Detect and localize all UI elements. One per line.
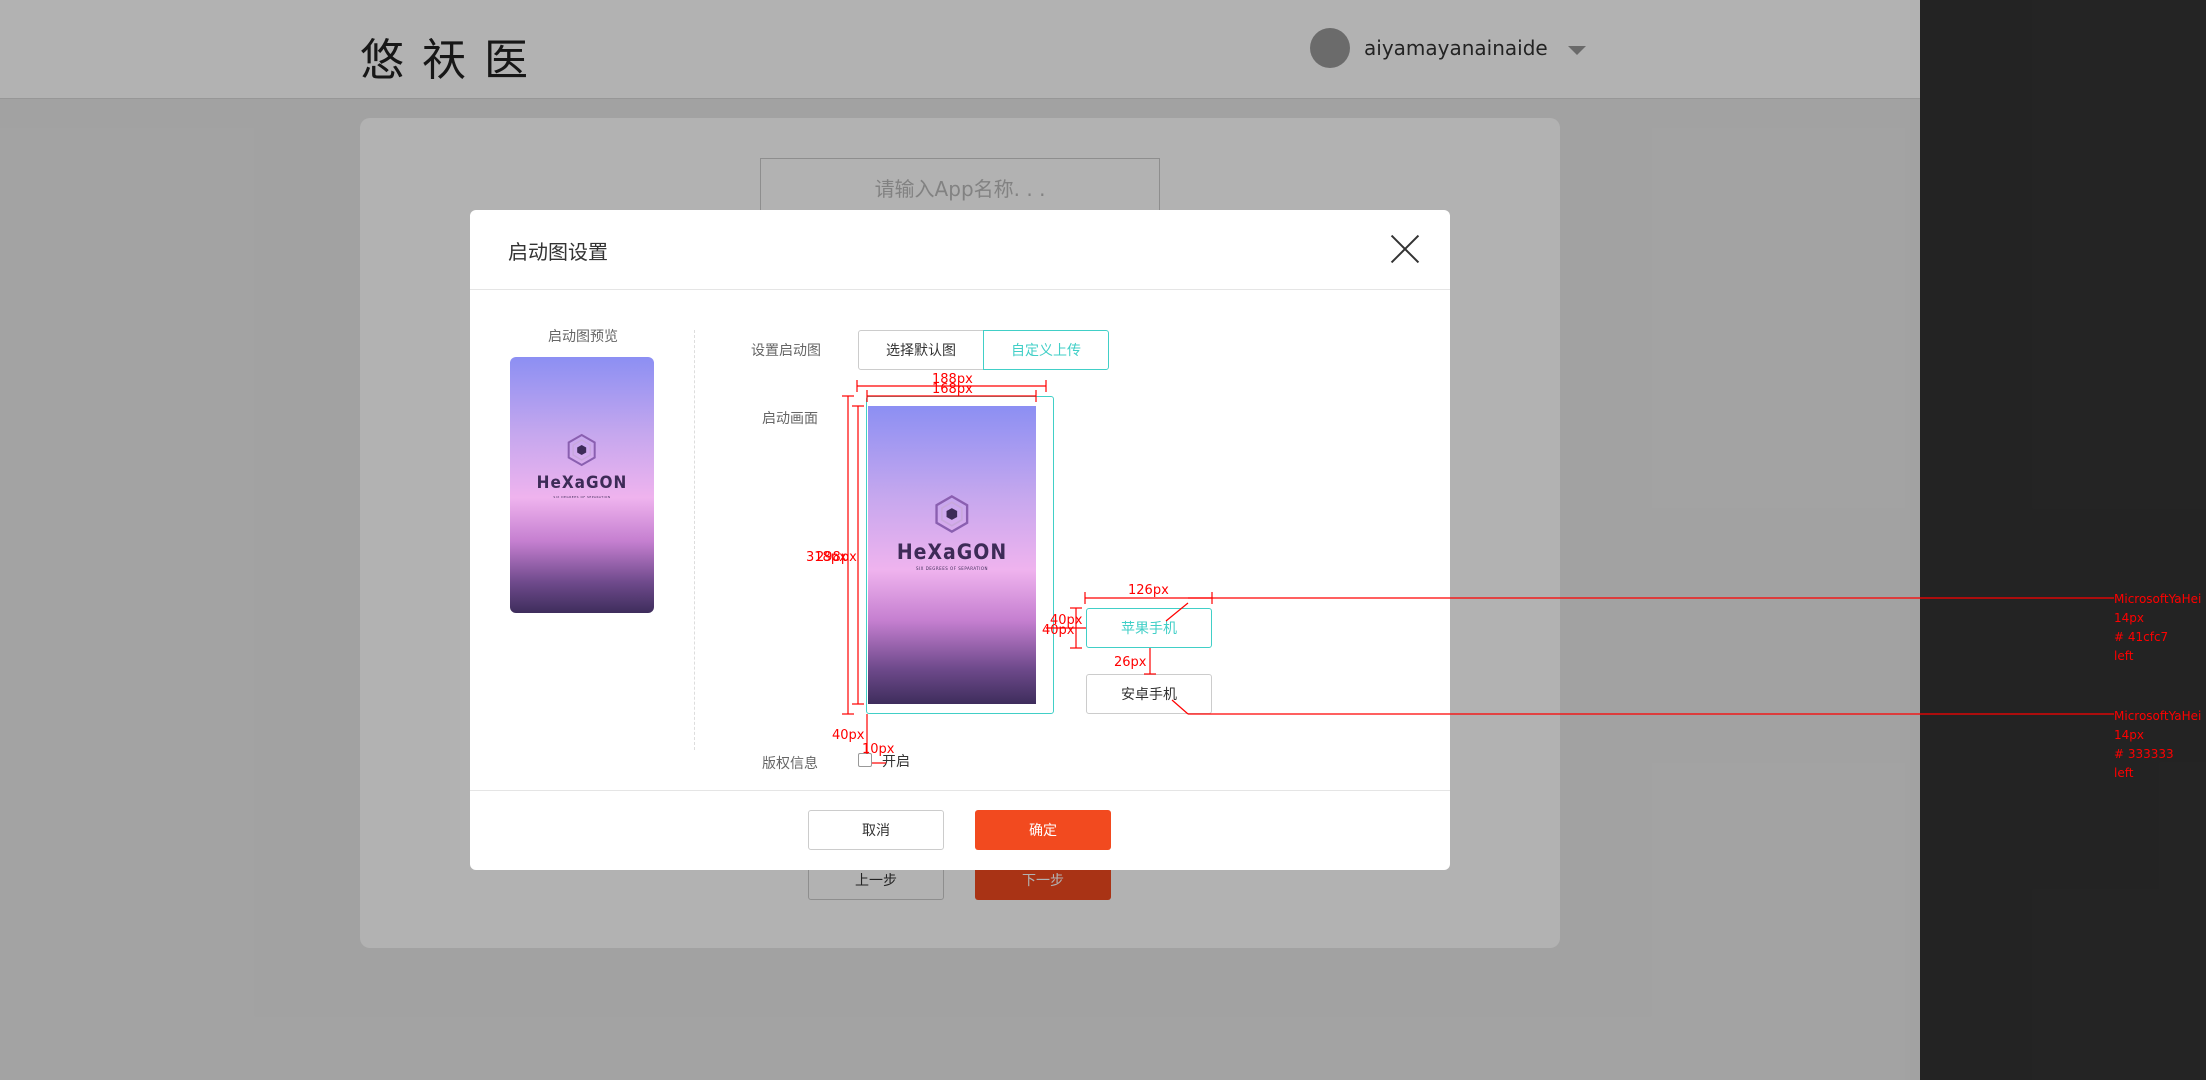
brand-text: HeXaGON xyxy=(896,540,1008,564)
vertical-divider xyxy=(694,330,695,750)
dialog-footer xyxy=(470,790,1450,870)
iphone-button[interactable]: 苹果手机 xyxy=(1086,608,1212,648)
preview-label: 启动图预览 xyxy=(548,329,618,345)
copyright-label: 版权信息 xyxy=(762,756,818,772)
splash-settings-dialog: 启动图设置 启动图预览 HeXaGON SIX DEGREES OF SEPAR… xyxy=(470,210,1450,870)
close-icon[interactable] xyxy=(1390,234,1420,264)
hexagon-icon xyxy=(567,433,596,467)
select-default-tab[interactable]: 选择默认图 xyxy=(858,330,984,370)
brand-subtitle: SIX DEGREES OF SEPARATION xyxy=(915,566,989,571)
set-splash-label: 设置启动图 xyxy=(751,343,821,359)
custom-upload-tab[interactable]: 自定义上传 xyxy=(983,330,1109,370)
copyright-option-label[interactable]: 开启 xyxy=(882,751,910,771)
brand-text: HeXaGON xyxy=(536,473,628,493)
splash-preview-image: HeXaGON SIX DEGREES OF SEPARATION xyxy=(510,357,654,613)
confirm-button[interactable]: 确定 xyxy=(975,810,1111,850)
copyright-checkbox[interactable] xyxy=(858,753,872,767)
cancel-button[interactable]: 取消 xyxy=(808,810,944,850)
dialog-title: 启动图设置 xyxy=(508,240,608,264)
splash-screen-label: 启动画面 xyxy=(762,411,818,427)
font-note-android: MicrosoftYaHei 14px # 333333 left xyxy=(2114,709,2202,780)
dialog-header: 启动图设置 xyxy=(470,210,1450,290)
brand-subtitle: SIX DEGREES OF SEPARATION xyxy=(553,495,611,499)
splash-upload-image[interactable]: HeXaGON SIX DEGREES OF SEPARATION xyxy=(868,406,1036,704)
hexagon-logo: HeXaGON SIX DEGREES OF SEPARATION xyxy=(537,433,628,499)
hexagon-logo-large: HeXaGON SIX DEGREES OF SEPARATION xyxy=(897,494,1007,571)
hexagon-icon xyxy=(935,494,969,534)
font-note-ios: MicrosoftYaHei 14px # 41cfc7 left xyxy=(2114,592,2202,663)
android-button[interactable]: 安卓手机 xyxy=(1086,674,1212,714)
